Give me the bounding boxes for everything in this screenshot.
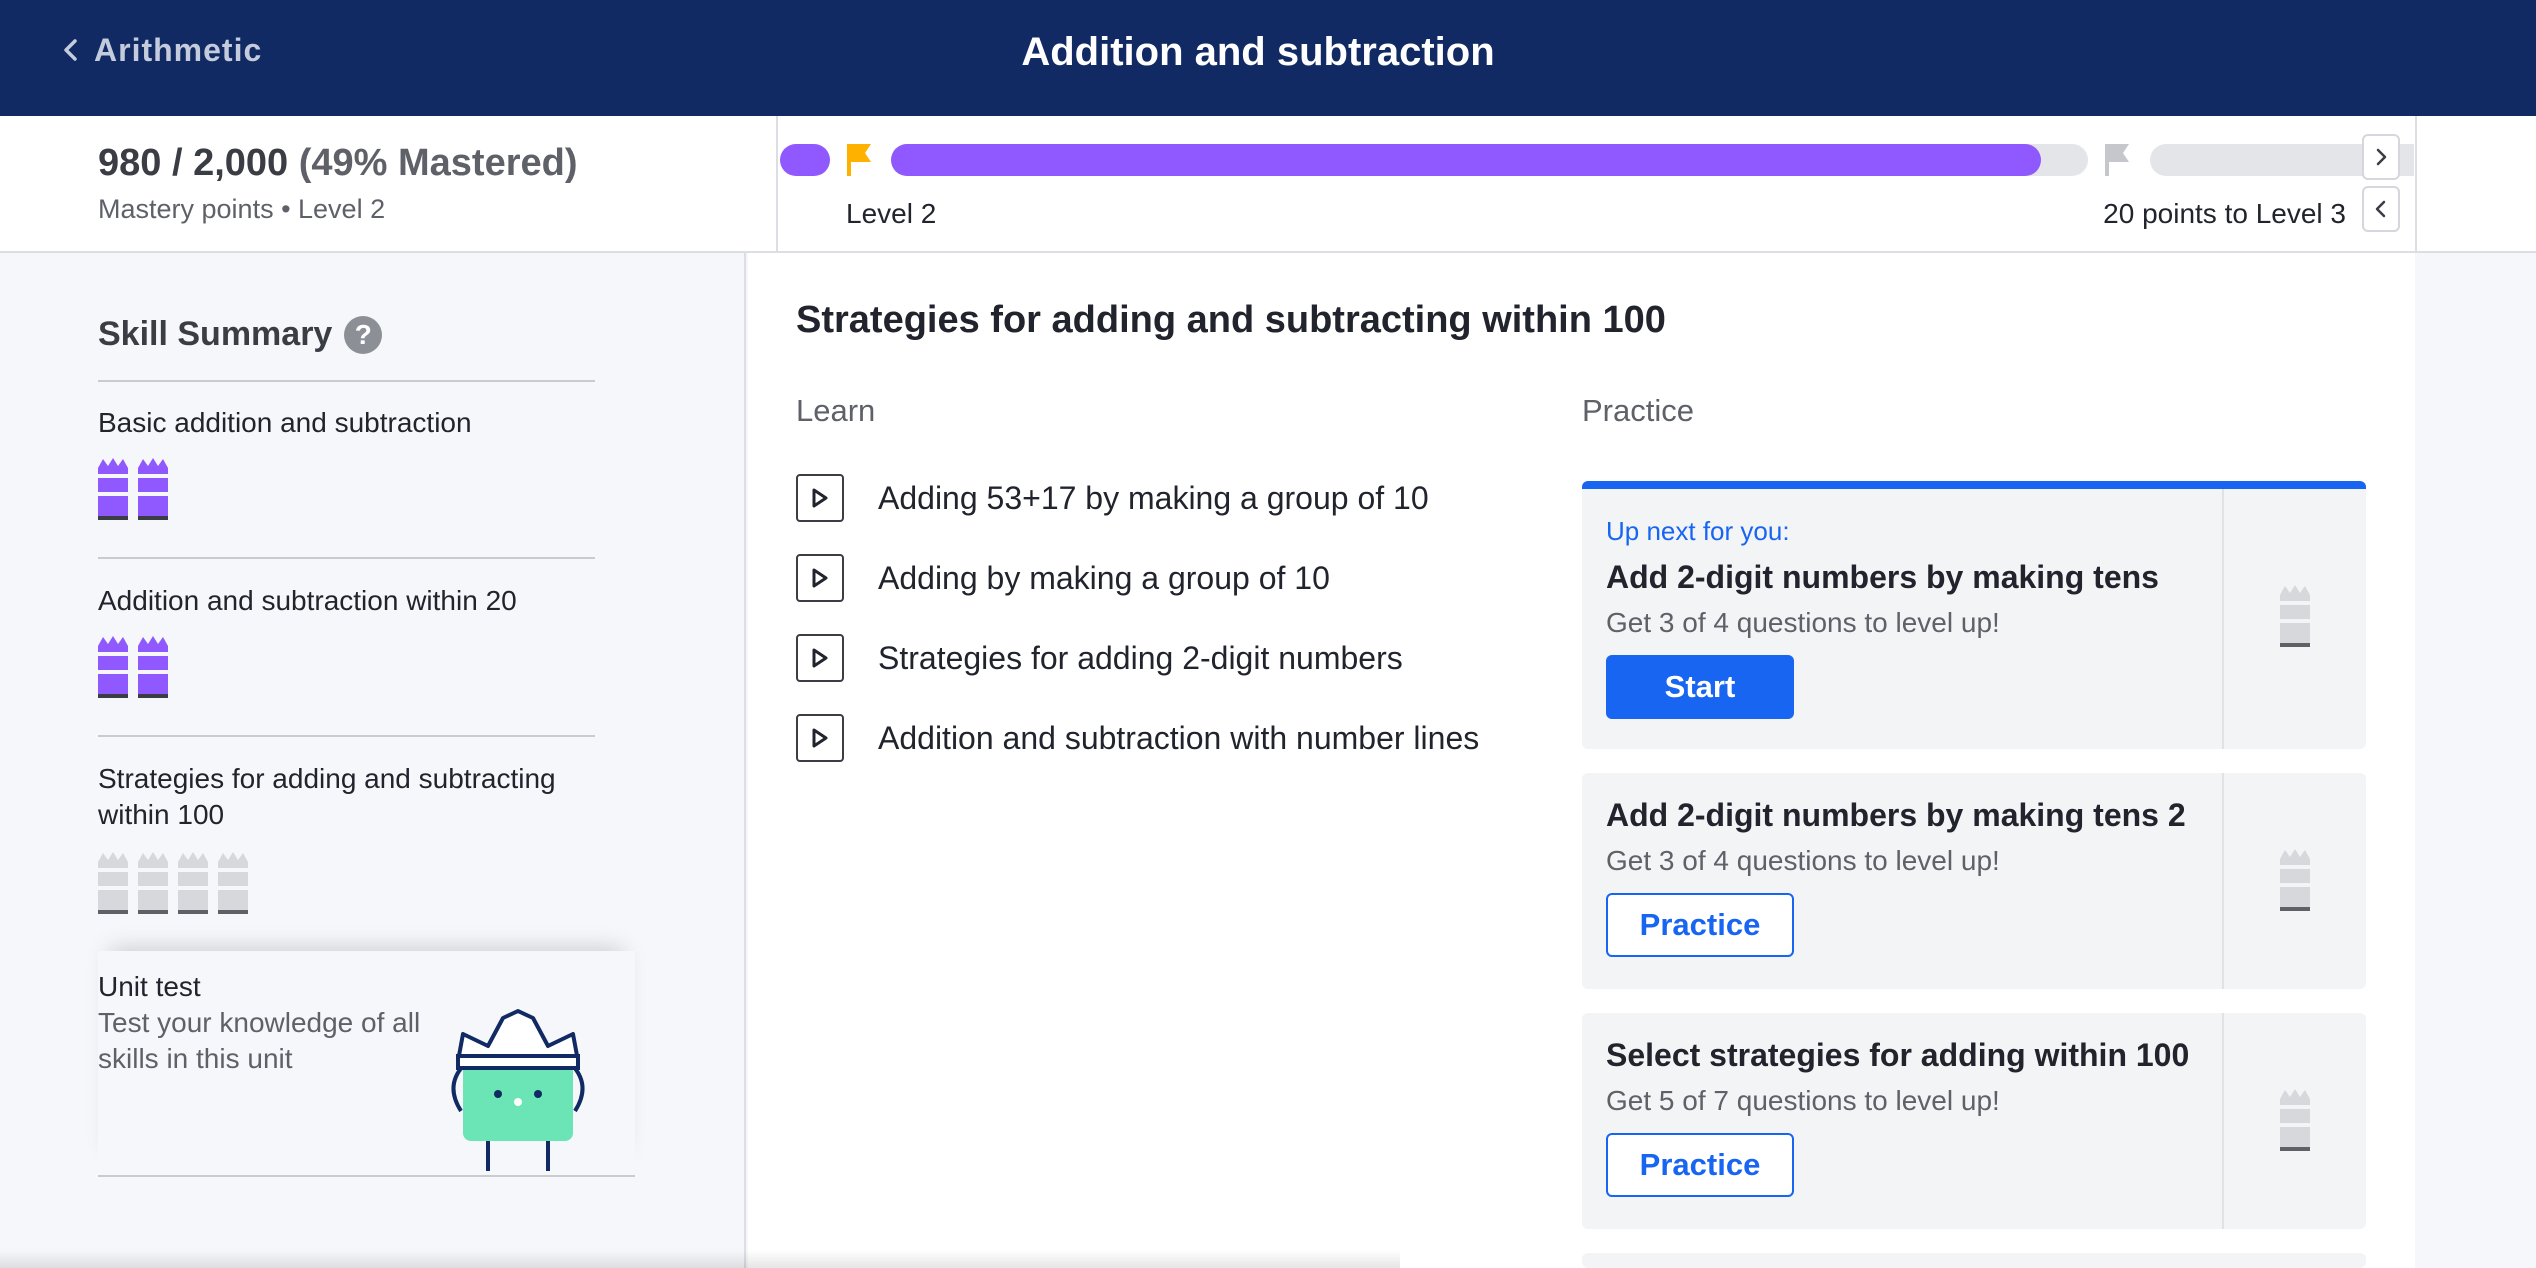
divider — [98, 735, 595, 737]
mastered-crown-icon — [98, 458, 128, 520]
points-to-next-level: 20 points to Level 3 — [2103, 198, 2346, 229]
card-separator — [2222, 1013, 2224, 1229]
play-icon — [796, 554, 844, 602]
practice-card-title: Add 2-digit numbers by making tens 2 — [1606, 797, 2186, 833]
start-button[interactable]: Start — [1606, 655, 1794, 719]
top-header: Arithmetic Addition and subtraction — [0, 0, 2536, 116]
practice-card-subtitle: Get 3 of 4 questions to level up! — [1606, 845, 2000, 876]
practice-button[interactable]: Practice — [1606, 1133, 1794, 1197]
learn-video-title: Strategies for adding 2-digit numbers — [878, 639, 1403, 676]
practice-card-partial — [1582, 1253, 2366, 1268]
level-progress-fill — [891, 144, 2041, 176]
mastered-crown-icon — [98, 636, 128, 698]
mastery-percent: (49% Mastered) — [298, 142, 578, 184]
practice-card-up-next: Up next for you: Add 2-digit numbers by … — [1582, 481, 2366, 749]
skill-title[interactable]: Strategies for adding and subtracting wi… — [98, 761, 618, 833]
unit-test-mascot-icon — [451, 1009, 585, 1171]
card-separator — [2222, 773, 2224, 989]
learn-video-item[interactable]: Adding 53+17 by making a group of 10 — [796, 474, 1429, 522]
mastered-crown-icon — [138, 636, 168, 698]
scroll-right-button[interactable] — [2362, 134, 2400, 180]
up-next-label: Up next for you: — [1606, 516, 1790, 546]
skill-title[interactable]: Addition and subtraction within 20 — [98, 583, 618, 619]
unmastered-crown-icon — [218, 852, 248, 914]
page-title: Addition and subtraction — [1021, 30, 1495, 74]
practice-card: Add 2-digit numbers by making tens 2 Get… — [1582, 773, 2366, 989]
skill-summary-title: Skill Summary — [98, 315, 333, 353]
play-icon — [796, 474, 844, 522]
bottom-shadow — [0, 1250, 1400, 1268]
skill-summary-heading: Skill Summary ? — [98, 315, 383, 354]
mastery-points-value: 980 / 2,000 — [98, 142, 289, 184]
unit-test-card[interactable]: Unit test Test your knowledge of all ski… — [98, 951, 635, 1177]
unmastered-crown-icon — [178, 852, 208, 914]
main-content: Strategies for adding and subtracting wi… — [748, 253, 2415, 1268]
learn-video-item[interactable]: Adding by making a group of 10 — [796, 554, 1330, 602]
skill-crowns — [98, 634, 168, 700]
divider — [98, 557, 595, 559]
previous-level-bar — [780, 144, 830, 176]
scroll-left-button[interactable] — [2362, 186, 2400, 232]
practice-button[interactable]: Practice — [1606, 893, 1794, 957]
right-gutter — [2417, 253, 2536, 1268]
mastery-summary: 980 / 2,000 (49% Mastered) Mastery point… — [0, 116, 778, 251]
chevron-right-icon — [2376, 148, 2387, 166]
chevron-left-icon — [2375, 200, 2386, 218]
practice-card-subtitle: Get 3 of 4 questions to level up! — [1606, 607, 2000, 638]
unit-test-description: Test your knowledge of all skills in thi… — [98, 1007, 421, 1074]
learn-video-item[interactable]: Addition and subtraction with number lin… — [796, 714, 1479, 762]
skill-crowns — [98, 456, 168, 522]
next-level-flag-icon — [2105, 144, 2129, 176]
learn-label: Learn — [796, 393, 876, 428]
practice-label: Practice — [1582, 393, 1694, 428]
divider — [98, 380, 595, 382]
unmastered-crown-icon — [2280, 849, 2310, 911]
help-icon[interactable]: ? — [344, 315, 383, 354]
play-icon — [796, 714, 844, 762]
learn-video-item[interactable]: Strategies for adding 2-digit numbers — [796, 634, 1403, 682]
current-level-flag-icon — [847, 144, 871, 176]
unmastered-crown-icon — [2280, 585, 2310, 647]
learn-video-title: Addition and subtraction with number lin… — [878, 719, 1480, 756]
learn-video-title: Adding 53+17 by making a group of 10 — [878, 479, 1429, 516]
level-progress-track — [891, 144, 2088, 176]
unit-test-title: Unit test — [98, 971, 201, 1002]
practice-card: Select strategies for adding within 100 … — [1582, 1013, 2366, 1229]
skill-crowns — [98, 850, 248, 916]
mastery-points: 980 / 2,000 (49% Mastered) — [98, 142, 578, 185]
practice-card-title: Add 2-digit numbers by making tens — [1606, 559, 2159, 595]
learn-video-title: Adding by making a group of 10 — [878, 559, 1330, 596]
unmastered-crown-icon — [2280, 1089, 2310, 1151]
section-title: Strategies for adding and subtracting wi… — [796, 299, 1666, 341]
card-separator — [2222, 489, 2224, 749]
strip-divider — [2415, 116, 2417, 251]
mastered-crown-icon — [138, 458, 168, 520]
mastery-progress-strip: 980 / 2,000 (49% Mastered) Mastery point… — [0, 116, 2536, 253]
unmastered-crown-icon — [98, 852, 128, 914]
skill-title[interactable]: Basic addition and subtraction — [98, 405, 618, 441]
play-icon — [796, 634, 844, 682]
mastery-subtitle: Mastery points • Level 2 — [98, 194, 386, 224]
practice-card-subtitle: Get 5 of 7 questions to level up! — [1606, 1085, 2000, 1116]
current-level-label: Level 2 — [846, 198, 937, 229]
practice-card-title: Select strategies for adding within 100 — [1606, 1037, 2190, 1073]
skill-summary-sidebar: Skill Summary ? Basic addition and subtr… — [0, 253, 746, 1268]
unmastered-crown-icon — [138, 852, 168, 914]
